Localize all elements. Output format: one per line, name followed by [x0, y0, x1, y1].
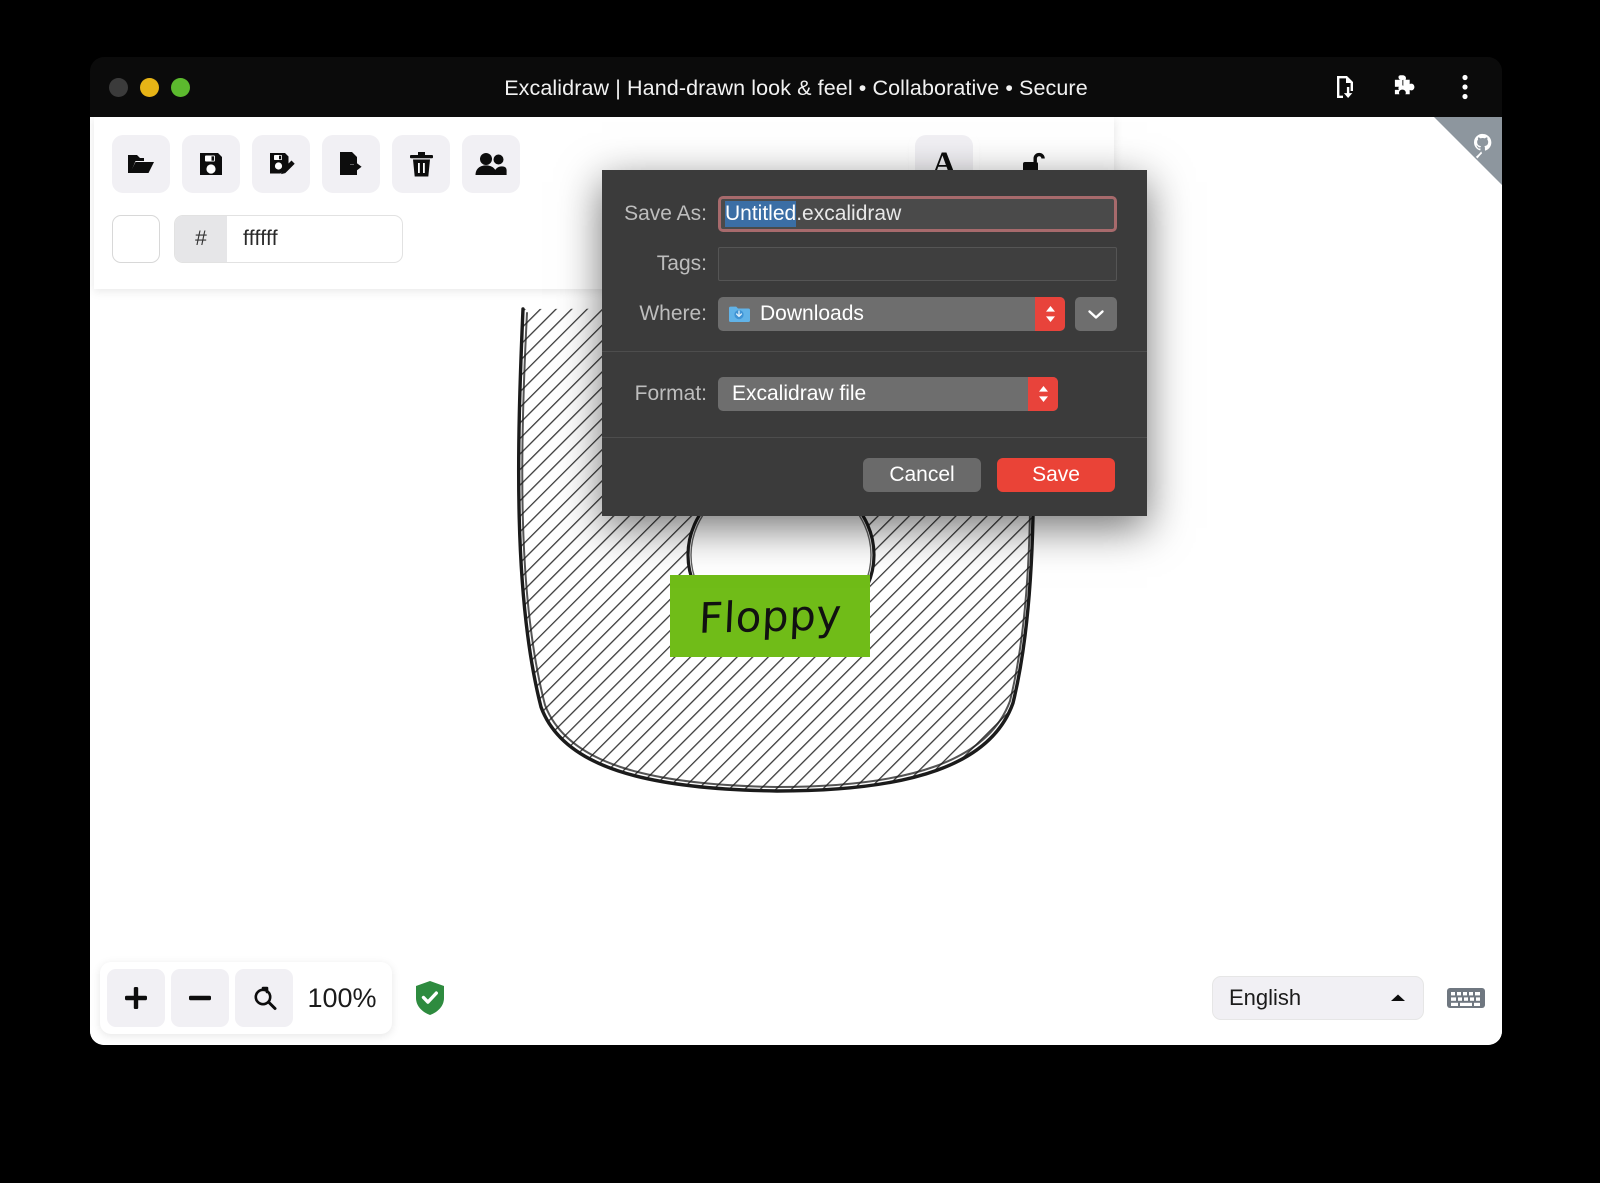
where-location-select[interactable]: Downloads — [718, 297, 1065, 331]
hex-color-input[interactable]: ffffff — [227, 216, 402, 262]
dialog-fields-section: Save As: Untitled.excalidraw Tags: Where… — [602, 196, 1147, 351]
format-row: Format: Excalidraw file — [602, 377, 1147, 437]
filename-input[interactable]: Untitled.excalidraw — [718, 196, 1117, 232]
where-row: Where: Downloads — [602, 297, 1147, 351]
where-stepper-icon[interactable] — [1035, 297, 1065, 331]
save-icon[interactable] — [182, 135, 240, 193]
collaborate-icon[interactable] — [462, 135, 520, 193]
zoom-controls: 100% — [100, 962, 392, 1034]
format-value: Excalidraw file — [732, 382, 866, 406]
where-expand-button[interactable] — [1075, 297, 1117, 331]
screenshot-root: Excalidraw | Hand-drawn look & feel • Co… — [0, 0, 1600, 1183]
zoom-level-label[interactable]: 100% — [299, 983, 385, 1014]
zoom-in-button[interactable] — [107, 969, 165, 1027]
zoom-out-button[interactable] — [171, 969, 229, 1027]
github-corner-icon[interactable] — [1434, 117, 1502, 185]
tags-input[interactable] — [718, 247, 1117, 281]
trash-icon[interactable] — [392, 135, 450, 193]
chevron-down-icon — [1087, 308, 1105, 320]
browser-actions — [1330, 71, 1480, 103]
language-select[interactable]: English — [1212, 976, 1424, 1020]
where-label: Where: — [602, 302, 718, 326]
tags-row: Tags: — [602, 247, 1147, 281]
color-swatch[interactable] — [112, 215, 160, 263]
floppy-label-text: Floppy — [697, 590, 842, 643]
format-stepper-icon[interactable] — [1028, 377, 1058, 411]
dialog-format-section: Format: Excalidraw file — [602, 377, 1147, 437]
format-select[interactable]: Excalidraw file — [718, 377, 1058, 411]
bottom-right-controls: English — [1212, 976, 1486, 1020]
menu-icon[interactable] — [1450, 71, 1480, 103]
hex-color-field[interactable]: # ffffff — [174, 215, 403, 263]
dialog-buttons: Cancel Save — [602, 438, 1147, 492]
floppy-label-sticker: Floppy — [670, 575, 870, 657]
filename-extension-text: .excalidraw — [796, 202, 901, 226]
window-title: Excalidraw | Hand-drawn look & feel • Co… — [90, 76, 1502, 101]
bottom-bar: 100% English — [94, 961, 1492, 1035]
where-value: Downloads — [760, 302, 864, 326]
extensions-icon[interactable] — [1390, 71, 1420, 103]
reset-zoom-button[interactable] — [235, 969, 293, 1027]
save-file-dialog: Save As: Untitled.excalidraw Tags: Where… — [602, 170, 1147, 516]
security-badge[interactable] — [414, 980, 446, 1016]
format-label: Format: — [602, 382, 718, 406]
tags-label: Tags: — [602, 252, 718, 276]
save-as-icon[interactable] — [252, 135, 310, 193]
browser-titlebar: Excalidraw | Hand-drawn look & feel • Co… — [90, 57, 1502, 117]
downloads-icon[interactable] — [1330, 71, 1360, 103]
open-icon[interactable] — [112, 135, 170, 193]
cancel-button[interactable]: Cancel — [863, 458, 981, 492]
export-icon[interactable] — [322, 135, 380, 193]
downloads-folder-icon — [728, 305, 750, 323]
dialog-separator-top — [602, 351, 1147, 352]
keyboard-shortcuts-icon[interactable] — [1446, 984, 1486, 1012]
save-as-label: Save As: — [602, 202, 718, 226]
save-as-row: Save As: Untitled.excalidraw — [602, 196, 1147, 232]
chevron-up-icon — [1389, 992, 1407, 1004]
save-button[interactable]: Save — [997, 458, 1115, 492]
filename-selected-text: Untitled — [725, 201, 796, 227]
hex-prefix-label: # — [175, 216, 227, 262]
language-value: English — [1229, 985, 1301, 1011]
browser-window: Excalidraw | Hand-drawn look & feel • Co… — [90, 57, 1502, 1045]
